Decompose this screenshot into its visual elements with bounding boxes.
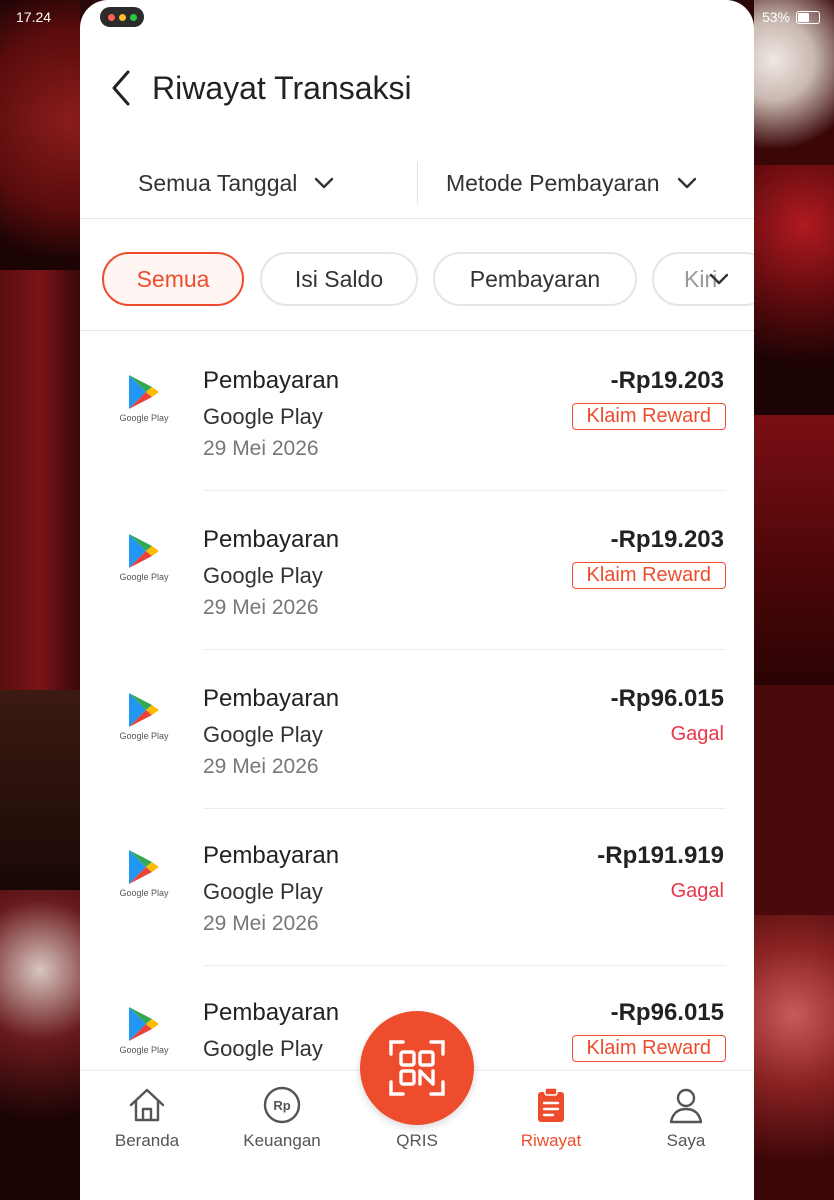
google-play-icon [129,1007,159,1041]
chevron-left-icon [112,70,130,106]
transaction-list: Google Play Pembayaran Google Play 29 Me… [80,333,754,1070]
chip-isi-saldo[interactable]: Isi Saldo [260,252,418,306]
transaction-type: Pembayaran [203,999,340,1026]
row-divider [203,649,726,650]
logo-label: Google Play [119,413,169,423]
merchant-name: Google Play [203,404,323,429]
date-filter-dropdown[interactable]: Semua Tanggal [138,158,335,208]
tab-label: QRIS [396,1131,438,1150]
chip-label: Pembayaran [469,265,601,292]
tab-label: Riwayat [520,1131,582,1150]
transaction-type: Pembayaran [203,367,340,394]
page-title: Riwayat Transaksi [152,70,412,106]
merchant-name: Google Play [203,722,323,747]
payment-method-label: Metode Pembayaran [446,169,660,196]
google-play-icon [129,534,159,568]
status-failed-label: Gagal [670,723,724,745]
bottom-tab-bar: Beranda Rp Keuangan QRIS Riwayat Saya [80,1011,754,1200]
battery-icon [796,10,820,24]
page-header: Riwayat Transaksi [80,60,754,116]
logo-label: Google Play [119,572,169,582]
transaction-amount: -Rp19.203 [610,367,724,394]
merchant-name: Google Play [203,879,323,904]
transaction-date: 29 Mei 2026 [203,437,319,460]
transaction-date: 29 Mei 2026 [203,755,319,778]
back-button[interactable] [110,68,138,108]
tab-label: Saya [666,1131,706,1150]
chip-kiri[interactable]: Kiri [652,252,754,306]
home-icon [129,1088,165,1122]
google-play-logo-icon: Google Play [118,1005,170,1061]
google-play-logo-icon: Google Play [118,373,170,429]
status-time: 17.24 [16,9,52,25]
clipboard-icon [538,1087,564,1122]
tab-beranda[interactable]: Beranda [92,1085,202,1151]
chevron-down-icon [677,177,696,189]
chip-pembayaran[interactable]: Pembayaran [433,252,637,306]
transaction-date: 29 Mei 2026 [203,912,319,935]
category-chips: Semua Isi Saldo Pembayaran Kiri [80,232,754,331]
tab-saya[interactable]: Saya [631,1085,741,1151]
logo-label: Google Play [119,888,169,898]
qris-scan-button[interactable] [360,1011,474,1125]
merchant-name: Google Play [203,563,323,588]
transaction-amount: -Rp19.203 [610,526,724,553]
claim-reward-button[interactable]: Klaim Reward [571,1035,726,1062]
transaction-row[interactable]: Google Play Pembayaran Google Play 29 Me… [80,808,754,966]
tab-label: Beranda [114,1131,180,1150]
claim-reward-button[interactable]: Klaim Reward [571,403,726,430]
google-play-icon [129,693,159,727]
merchant-name: Google Play [203,1036,323,1061]
row-divider [203,490,726,491]
chip-semua[interactable]: Semua [102,252,244,306]
claim-reward-button[interactable]: Klaim Reward [571,562,726,589]
rupiah-glyph: Rp [273,1098,290,1113]
payment-method-dropdown[interactable]: Metode Pembayaran [446,158,698,208]
battery-percent: 53% [761,9,790,25]
transaction-date: 29 Mei 2026 [203,596,319,619]
logo-label: Google Play [119,1045,169,1055]
status-bar: 17.24 53% [0,0,834,34]
transaction-row[interactable]: Google Play Pembayaran Google Play 29 Me… [80,333,754,491]
google-play-logo-icon: Google Play [118,848,170,904]
transaction-type: Pembayaran [203,685,340,712]
chip-label: Semua [136,265,210,292]
transaction-type: Pembayaran [203,842,340,869]
battery-indicator: 53% [762,9,820,25]
logo-label: Google Play [119,731,169,741]
tab-label: Keuangan [243,1131,321,1150]
status-failed-label: Gagal [670,880,724,902]
filter-bar: Semua Tanggal Metode Pembayaran [80,150,754,219]
transaction-type: Pembayaran [203,526,340,553]
transaction-row[interactable]: Google Play Pembayaran Google Play 29 Me… [80,651,754,809]
google-play-logo-icon: Google Play [118,691,170,747]
transaction-amount: -Rp96.015 [610,685,724,712]
filter-divider [417,162,418,204]
person-icon [669,1088,703,1124]
google-play-icon [129,375,159,409]
date-filter-label: Semua Tanggal [138,169,298,196]
qris-scan-icon [389,1040,445,1096]
google-play-logo-icon: Google Play [118,532,170,588]
chip-label: Isi Saldo [294,265,384,292]
google-play-icon [129,850,159,884]
chevron-down-icon [315,177,334,189]
transaction-amount: -Rp191.919 [597,842,724,869]
chevron-down-icon[interactable] [708,268,730,290]
app-window: Riwayat Transaksi Semua Tanggal Metode P… [80,0,754,1200]
transaction-row[interactable]: Google Play Pembayaran Google Play 29 Me… [80,492,754,650]
rupiah-icon: Rp [263,1086,301,1124]
tab-riwayat[interactable]: Riwayat [496,1085,606,1151]
tab-keuangan[interactable]: Rp Keuangan [227,1085,337,1151]
transaction-amount: -Rp96.015 [610,999,724,1026]
